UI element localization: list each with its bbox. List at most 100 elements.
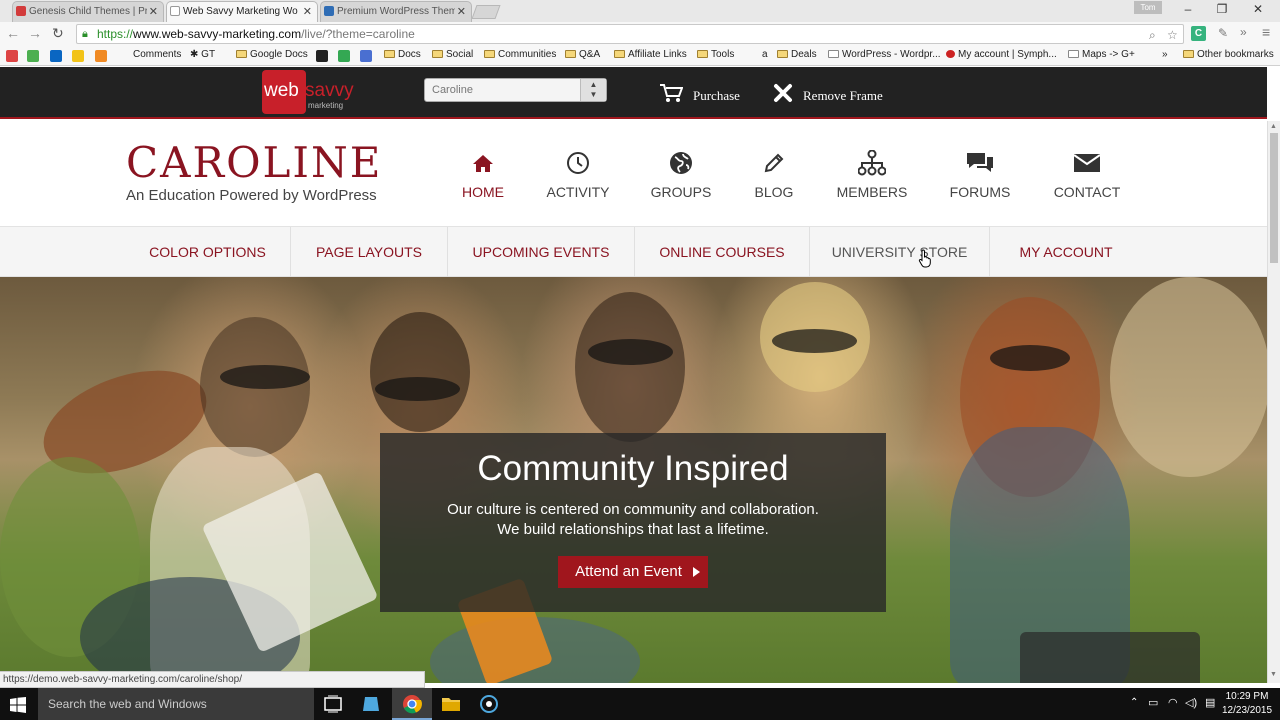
web-savvy-logo[interactable]: web savvy marketing — [262, 70, 360, 114]
back-icon[interactable]: ← — [6, 25, 20, 41]
folder-icon — [236, 50, 247, 58]
site-description: An Education Powered by WordPress — [126, 187, 377, 204]
sunglasses-shape — [588, 339, 673, 365]
browser-tab-genesis[interactable]: Genesis Child Themes | Pr ✕ — [12, 1, 164, 22]
drive-icon[interactable] — [338, 50, 350, 62]
browser-tab-premium-wordpress[interactable]: Premium WordPress Them ✕ — [320, 1, 472, 22]
linkedin-icon[interactable] — [50, 50, 62, 62]
tray-expand-icon[interactable]: ⌃ — [1130, 697, 1138, 708]
search-icon[interactable]: ⌕ — [1149, 28, 1156, 43]
notifications-icon[interactable]: ▤ — [1205, 696, 1215, 709]
bookmark-social[interactable]: Social — [432, 49, 473, 60]
remove-frame-button[interactable]: Remove Frame — [773, 83, 883, 109]
taskbar-clock[interactable]: 10:29 PM 12/23/2015 — [1222, 690, 1272, 718]
scroll-up-icon[interactable]: ▲ — [1270, 123, 1277, 130]
menu-icon[interactable]: ≡ — [1262, 24, 1270, 40]
scrollbar-thumb[interactable] — [1270, 133, 1278, 263]
page-icon — [828, 50, 839, 58]
battery-icon[interactable]: ▭ — [1148, 696, 1158, 709]
nav-groups[interactable]: GROUPS — [636, 149, 726, 200]
restore-icon[interactable]: ❐ — [1210, 2, 1234, 18]
bookmark-a[interactable]: a — [762, 49, 768, 60]
volume-icon[interactable]: ◁) — [1185, 696, 1197, 709]
nav-contact[interactable]: CONTACT — [1042, 149, 1132, 200]
wifi-icon[interactable]: ◠ — [1168, 696, 1178, 709]
nav-label: BLOG — [754, 184, 794, 200]
extensions-overflow-icon[interactable]: » — [1240, 25, 1247, 39]
bookmark-my-account[interactable]: My account | Symph... — [946, 49, 1057, 60]
nav-forums[interactable]: FORUMS — [935, 149, 1025, 200]
subnav-university-store[interactable]: UNIVERSITY STORE — [810, 227, 990, 277]
taskbar-search-box[interactable]: Search the web and Windows — [38, 688, 314, 720]
bookmark-google-docs[interactable]: Google Docs — [236, 49, 308, 60]
close-icon[interactable]: ✕ — [457, 5, 466, 18]
bookmark-star-icon[interactable]: ☆ — [1167, 28, 1178, 42]
amazon-icon[interactable] — [316, 50, 328, 62]
nav-activity[interactable]: ACTIVITY — [533, 149, 623, 200]
screen-recorder-icon[interactable] — [478, 694, 500, 714]
star-bookmark-icon[interactable] — [72, 50, 84, 62]
chrome-taskbar-button[interactable] — [392, 688, 432, 720]
subnav-upcoming-events[interactable]: UPCOMING EVENTS — [448, 227, 635, 277]
person-hair-shape — [370, 312, 470, 432]
close-icon[interactable]: ✕ — [303, 5, 312, 18]
a-bookmark-icon[interactable] — [360, 50, 372, 62]
logo-marketing: marketing — [308, 101, 344, 110]
eyedropper-icon[interactable]: ✎ — [1218, 26, 1228, 40]
bookmark-docs[interactable]: Docs — [384, 49, 421, 60]
file-explorer-icon[interactable] — [440, 694, 462, 714]
bookmark-affiliate-links[interactable]: Affiliate Links — [614, 49, 687, 60]
folder-icon — [777, 50, 788, 58]
envelope-icon — [1042, 149, 1132, 177]
subnav-page-layouts[interactable]: PAGE LAYOUTS — [291, 227, 448, 277]
bookmark-other[interactable]: Other bookmarks — [1183, 49, 1274, 60]
bookmarks-overflow[interactable]: » — [1162, 49, 1168, 60]
subnav-my-account[interactable]: MY ACCOUNT — [990, 227, 1142, 277]
bookmark-comments[interactable]: Comments — [133, 49, 181, 60]
upwork-icon[interactable] — [27, 50, 39, 62]
scroll-down-icon[interactable]: ▼ — [1270, 671, 1277, 678]
window-close-icon[interactable]: ✕ — [1246, 2, 1270, 18]
app-icon[interactable] — [361, 694, 383, 714]
browser-tab-strip: Genesis Child Themes | Pr ✕ Web Savvy Ma… — [0, 0, 1280, 22]
page-scrollbar[interactable]: ▲ ▼ — [1267, 121, 1280, 683]
profile-button[interactable]: Tom — [1134, 1, 1162, 14]
bookmark-gt[interactable]: ✱ GT — [190, 49, 215, 60]
clock-icon — [533, 149, 623, 177]
secondary-nav: COLOR OPTIONS PAGE LAYOUTS UPCOMING EVEN… — [0, 226, 1267, 277]
bookmark-tools[interactable]: Tools — [697, 49, 734, 60]
nav-home[interactable]: HOME — [438, 149, 528, 200]
forward-icon[interactable]: → — [28, 25, 42, 41]
extension-c-icon[interactable]: C — [1191, 26, 1206, 41]
close-icon[interactable]: ✕ — [149, 5, 158, 18]
subnav-color-options[interactable]: COLOR OPTIONS — [125, 227, 291, 277]
address-bar[interactable]: 🔒︎ https://www.web-savvy-marketing.com/l… — [76, 24, 1184, 44]
reload-icon[interactable]: ↻ — [52, 25, 64, 42]
nav-blog[interactable]: BLOG — [729, 149, 819, 200]
site-title[interactable]: CAROLINE — [126, 138, 382, 187]
theme-select[interactable]: Caroline ▲ ▼ — [424, 78, 607, 102]
bookmark-deals[interactable]: Deals — [777, 49, 817, 60]
bookmark-wordpress[interactable]: WordPress - Wordpr... — [828, 49, 941, 60]
minimize-icon[interactable]: – — [1176, 2, 1200, 18]
attend-event-button[interactable]: Attend an Event — [558, 556, 708, 588]
purchase-button[interactable]: Purchase — [659, 83, 740, 109]
subnav-online-courses[interactable]: ONLINE COURSES — [635, 227, 810, 277]
bookmark-communities[interactable]: Communities — [484, 49, 556, 60]
browser-toolbar: ← → ↻ 🔒︎ https://www.web-savvy-marketing… — [0, 22, 1280, 46]
bookmarks-bar: Comments ✱ GT Google Docs Docs Social Co… — [0, 46, 1280, 66]
nav-members[interactable]: MEMBERS — [827, 149, 917, 200]
browser-tab-web-savvy[interactable]: Web Savvy Marketing Wo ✕ — [166, 1, 318, 22]
bookmark-qa[interactable]: Q&A — [565, 49, 600, 60]
windows-start-icon[interactable] — [10, 697, 26, 713]
folder-icon — [384, 50, 395, 58]
task-view-icon[interactable] — [322, 694, 344, 714]
bookmark-maps[interactable]: Maps -> G+ — [1068, 49, 1135, 60]
home-icon — [438, 149, 528, 177]
feedly-icon[interactable] — [95, 50, 107, 62]
sunglasses-shape — [375, 377, 460, 401]
new-tab-button[interactable] — [471, 5, 501, 19]
hero-text-line1: Our culture is centered on community and… — [447, 501, 819, 518]
gmail-icon[interactable] — [6, 50, 18, 62]
nav-label: CONTACT — [1053, 184, 1121, 200]
